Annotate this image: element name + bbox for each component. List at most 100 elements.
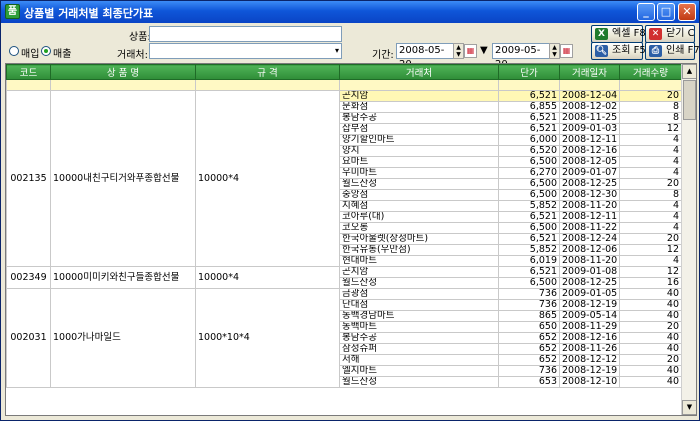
col-header-code[interactable]: 코드 [6, 64, 51, 80]
date-cell[interactable]: 2008-12-30 [559, 189, 620, 201]
qty-cell[interactable]: 12 [619, 123, 682, 135]
date-cell[interactable]: 2009-01-05 [559, 288, 620, 300]
qty-cell[interactable]: 4 [619, 156, 682, 168]
qty-cell[interactable]: 8 [619, 101, 682, 113]
col-header-spec[interactable]: 규 격 [195, 64, 340, 80]
price-cell[interactable]: 6,521 [498, 123, 560, 135]
qty-cell[interactable]: 20 [619, 90, 682, 102]
group-code-cell[interactable]: 002135 [6, 90, 51, 267]
qty-cell[interactable]: 12 [619, 244, 682, 256]
date-cell[interactable]: 2008-11-20 [559, 200, 620, 212]
partner-cell[interactable]: 문화점 [339, 101, 499, 113]
date-cell[interactable]: 2008-12-16 [559, 145, 620, 157]
calendar-icon[interactable]: ▦ [560, 44, 573, 58]
price-cell[interactable]: 6,000 [498, 134, 560, 146]
price-cell[interactable]: 6,521 [498, 211, 560, 223]
qty-cell[interactable]: 12 [619, 266, 682, 278]
dropdown-arrow-icon[interactable]: ▾ [335, 44, 339, 58]
partner-cell[interactable]: 코아루(대) [339, 211, 499, 223]
partner-cell[interactable]: 우미마트 [339, 167, 499, 179]
partner-cell[interactable]: 동백경남마트 [339, 310, 499, 322]
date-cell[interactable]: 2008-11-25 [559, 112, 620, 124]
qty-cell[interactable]: 20 [619, 233, 682, 245]
group-name-cell[interactable]: 10000내친구티거와푸종합선물 [50, 90, 196, 267]
price-cell[interactable]: 6,500 [498, 178, 560, 190]
price-cell[interactable]: 6,521 [498, 112, 560, 124]
group-spec-cell[interactable]: 1000*10*4 [195, 288, 340, 388]
price-cell[interactable]: 736 [498, 365, 560, 377]
partner-cell[interactable]: 곤지암 [339, 90, 499, 102]
date-cell[interactable]: 2008-12-11 [559, 134, 620, 146]
price-cell[interactable]: 650 [498, 321, 560, 333]
partner-cell[interactable]: 금광점 [339, 288, 499, 300]
price-cell[interactable]: 6,521 [498, 233, 560, 245]
group-code-cell[interactable]: 002031 [6, 288, 51, 388]
partner-cell[interactable]: 봉담주공 [339, 112, 499, 124]
price-cell[interactable]: 652 [498, 332, 560, 344]
scroll-up-icon[interactable]: ▲ [682, 64, 696, 79]
date-cell[interactable]: 2008-12-16 [559, 332, 620, 344]
price-cell[interactable]: 6,500 [498, 189, 560, 201]
title-bar[interactable]: 품 상품별 거래처별 최종단가표 _ □ ✕ [1, 1, 699, 23]
col-header-price[interactable]: 단가 [498, 64, 560, 80]
qty-cell[interactable]: 40 [619, 343, 682, 355]
qty-cell[interactable]: 40 [619, 376, 682, 388]
radio-sell[interactable] [41, 46, 51, 56]
minimize-button[interactable]: _ [637, 3, 655, 21]
maximize-button[interactable]: □ [657, 3, 675, 21]
partner-cell[interactable]: 한국유통(우만점) [339, 244, 499, 256]
group-name-cell[interactable]: 10000미미키와친구들종합선물 [50, 266, 196, 289]
group-name-cell[interactable]: 1000가나마일드 [50, 288, 196, 388]
filter-cell[interactable] [619, 79, 682, 91]
filter-row[interactable] [6, 79, 682, 91]
partner-cell[interactable]: 한국아울렛(장성마트) [339, 233, 499, 245]
qty-cell[interactable]: 20 [619, 178, 682, 190]
partner-cell[interactable]: 서해 [339, 354, 499, 366]
partner-cell[interactable]: 코오롱 [339, 222, 499, 234]
price-cell[interactable]: 865 [498, 310, 560, 322]
date-cell[interactable]: 2008-12-25 [559, 178, 620, 190]
qty-cell[interactable]: 16 [619, 277, 682, 289]
partner-cell[interactable]: 양기할인마트 [339, 134, 499, 146]
qty-cell[interactable]: 40 [619, 288, 682, 300]
group-spec-cell[interactable]: 10000*4 [195, 90, 340, 267]
qty-cell[interactable]: 20 [619, 321, 682, 333]
table-row[interactable]: 002349 10000미미키와친구들종합선물 10000*4 곤지암 6,521 200… [6, 266, 682, 289]
col-header-name[interactable]: 상 품 명 [50, 64, 196, 80]
qty-cell[interactable]: 4 [619, 145, 682, 157]
col-header-date[interactable]: 거래일자 [559, 64, 620, 80]
scroll-down-icon[interactable]: ▼ [682, 400, 696, 415]
price-grid[interactable]: 코드 상 품 명 규 격 거래처 단가 거래일자 거래수량 002135 1000… [5, 63, 697, 416]
partner-cell[interactable]: 양지 [339, 145, 499, 157]
partner-cell[interactable]: 현대마트 [339, 255, 499, 267]
date-cell[interactable]: 2008-12-12 [559, 354, 620, 366]
qty-cell[interactable]: 8 [619, 112, 682, 124]
filter-cell[interactable] [50, 79, 196, 91]
qty-cell[interactable]: 20 [619, 354, 682, 366]
col-header-partner[interactable]: 거래처 [339, 64, 499, 80]
qty-cell[interactable]: 40 [619, 299, 682, 311]
filter-cell[interactable] [6, 79, 51, 91]
price-cell[interactable]: 6,500 [498, 156, 560, 168]
date-cell[interactable]: 2008-12-04 [559, 90, 620, 102]
date-cell[interactable]: 2009-05-14 [559, 310, 620, 322]
price-cell[interactable]: 736 [498, 288, 560, 300]
date-cell[interactable]: 2008-11-20 [559, 255, 620, 267]
print-button[interactable]: ⎙ 인쇄 F7 [645, 42, 700, 60]
price-cell[interactable]: 6,520 [498, 145, 560, 157]
price-cell[interactable]: 6,270 [498, 167, 560, 179]
search-button[interactable]: 🔍︎ 조회 F5 [591, 42, 646, 60]
date-cell[interactable]: 2008-12-02 [559, 101, 620, 113]
date-cell[interactable]: 2009-01-07 [559, 167, 620, 179]
partner-cell[interactable]: 월드산성 [339, 277, 499, 289]
price-cell[interactable]: 6,855 [498, 101, 560, 113]
price-cell[interactable]: 652 [498, 343, 560, 355]
close-button[interactable]: ✕ 닫기 C [645, 25, 695, 43]
date-cell[interactable]: 2008-12-05 [559, 156, 620, 168]
qty-cell[interactable]: 4 [619, 211, 682, 223]
date-cell[interactable]: 2008-12-19 [559, 365, 620, 377]
date-cell[interactable]: 2008-12-24 [559, 233, 620, 245]
excel-button[interactable]: X 엑셀 F8 [591, 25, 646, 43]
partner-cell[interactable]: 월드산성 [339, 376, 499, 388]
table-row[interactable]: 002135 10000내친구티거와푸종합선물 10000*4 곤지암 6,521 200… [6, 90, 682, 267]
